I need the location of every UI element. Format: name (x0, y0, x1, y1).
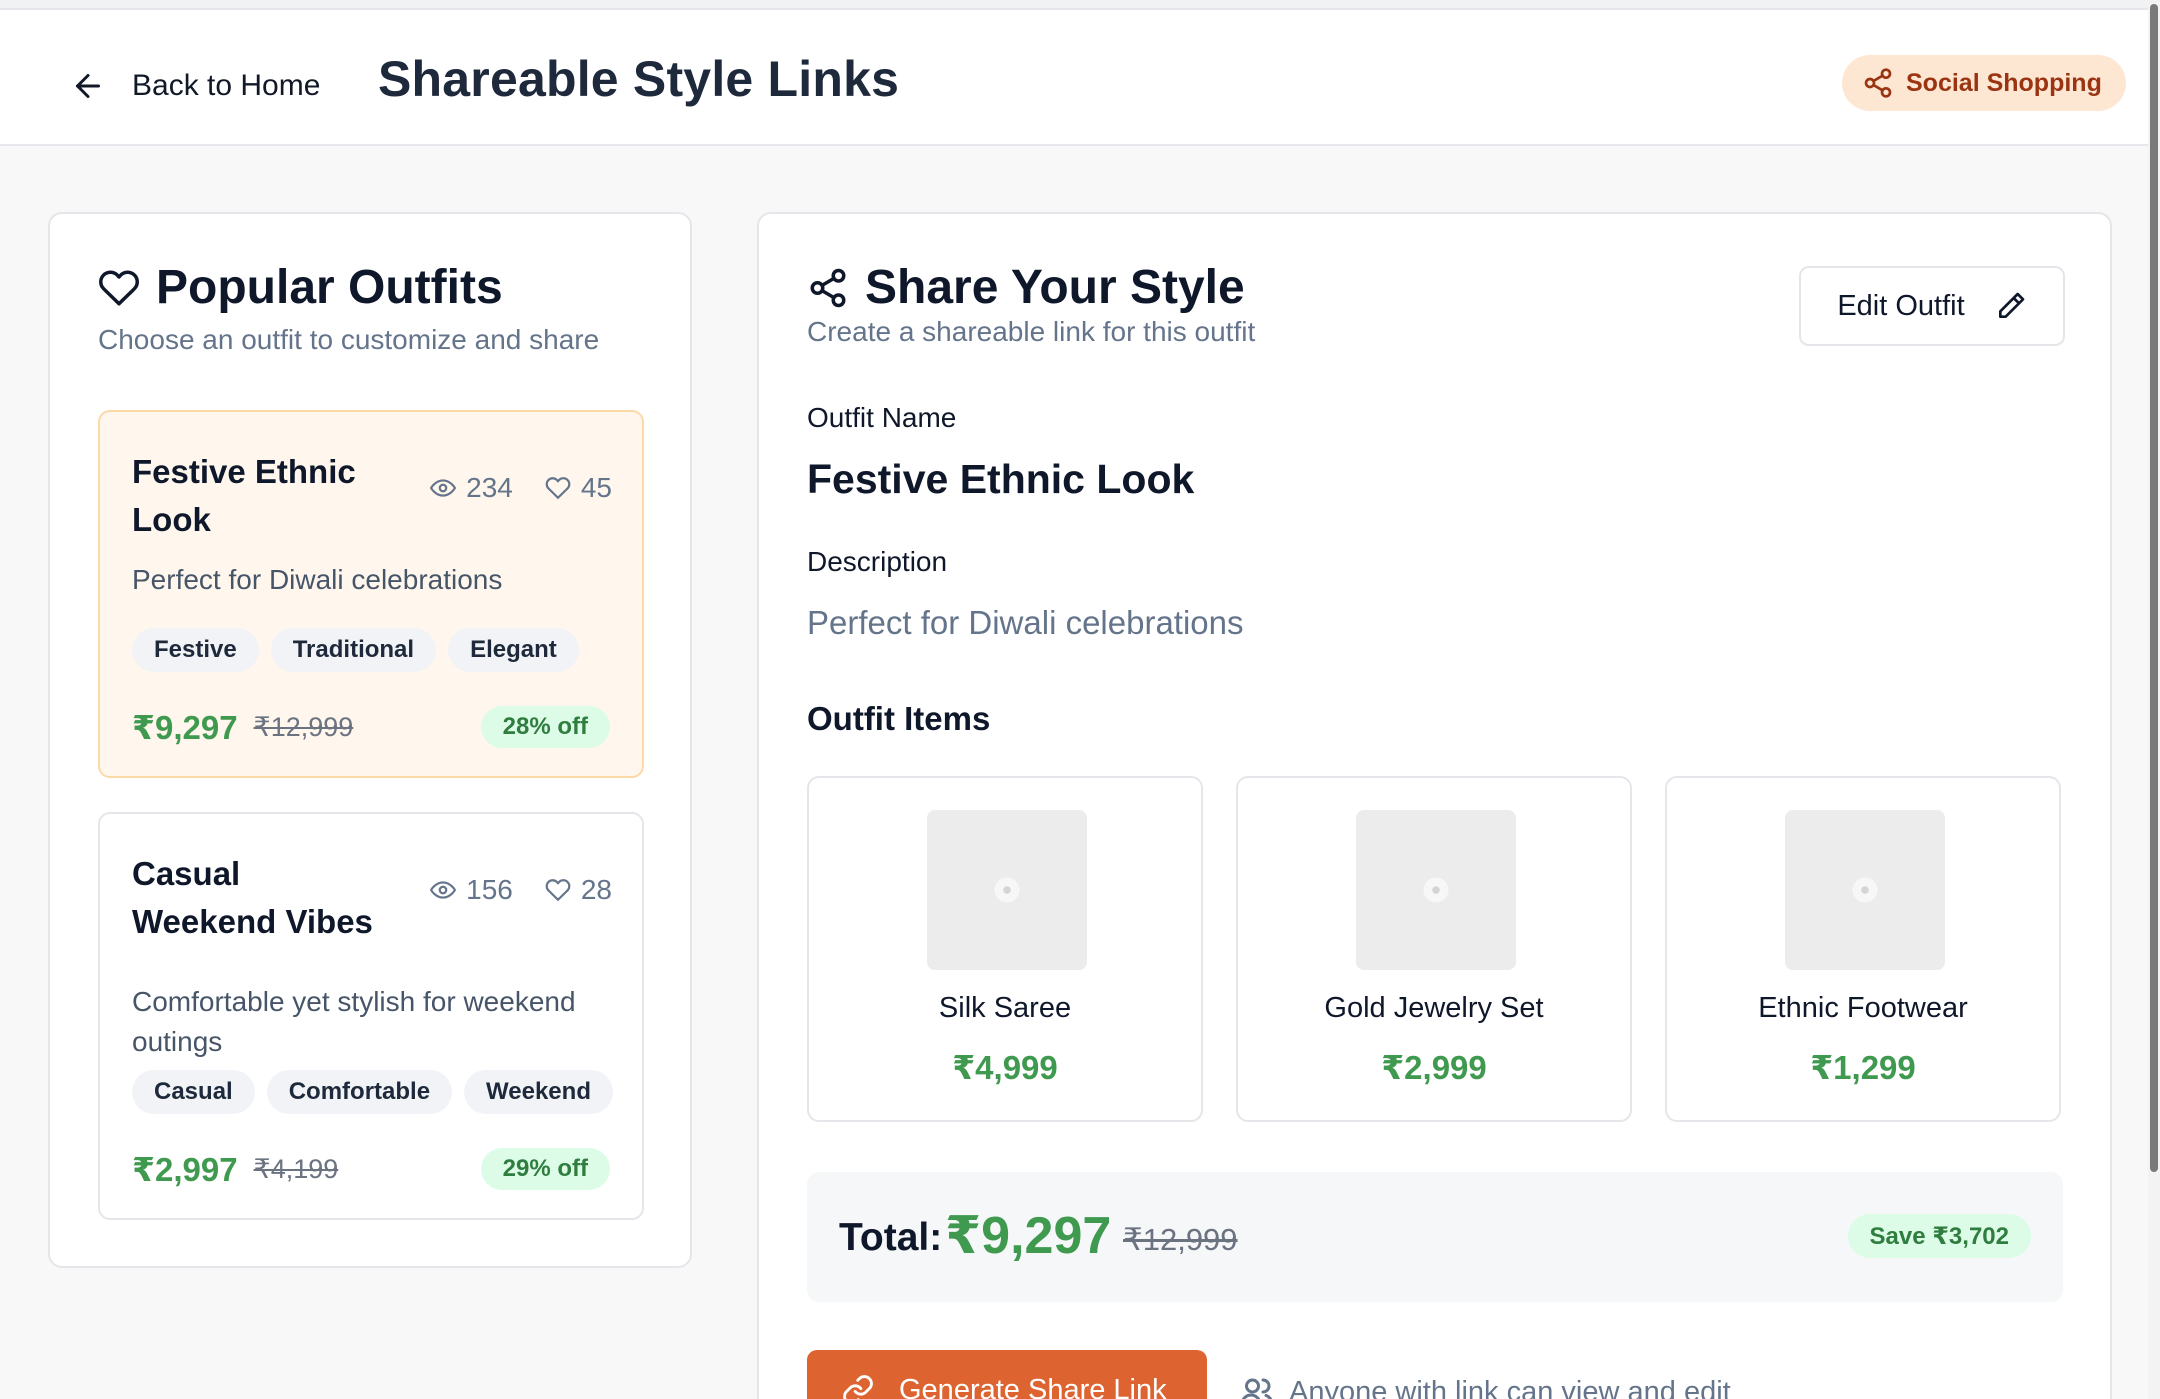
share-style-title: Share Your Style (807, 260, 1245, 315)
savings-badge: Save ₹3,702 (1847, 1214, 2031, 1258)
generate-label: Generate Share Link (899, 1373, 1167, 1399)
share-style-subtitle: Create a shareable link for this outfit (807, 316, 1256, 347)
outfit-card-festive[interactable]: Festive Ethnic Look 234 45 Perfect for D… (98, 410, 644, 778)
social-shopping-badge: Social Shopping (1842, 55, 2126, 111)
browser-top-edge (0, 0, 2160, 10)
generate-share-link-button[interactable]: Generate Share Link (807, 1350, 1207, 1399)
page-scrollbar[interactable] (2148, 0, 2160, 1399)
heart-icon (545, 477, 571, 500)
outfit-name-label: Outfit Name (807, 402, 957, 433)
popular-outfits-subtitle: Choose an outfit to customize and share (98, 324, 600, 355)
outfit-tags: Festive Traditional Elegant (132, 628, 579, 672)
users-icon (1241, 1378, 1273, 1399)
total-original-price: ₹12,999 (1123, 1222, 1238, 1257)
total-label: Total: (839, 1216, 943, 1259)
tag: Comfortable (266, 1070, 453, 1114)
discount-badge: 28% off (480, 706, 610, 748)
heart-icon (99, 269, 139, 305)
tag: Casual (132, 1070, 255, 1114)
access-note: Anyone with link can view and edit (1239, 1374, 1731, 1399)
tag: Weekend (464, 1070, 613, 1114)
tag: Traditional (270, 628, 437, 672)
outfit-name: Casual Weekend Vibes (132, 855, 373, 940)
description-label: Description (807, 546, 948, 577)
item-image (927, 810, 1087, 970)
description-value: Perfect for Diwali celebrations (807, 604, 1244, 641)
edit-outfit-label: Edit Outfit (1837, 289, 1965, 322)
item-price: ₹2,999 (1381, 1049, 1487, 1086)
outfit-item-card: Silk Saree ₹4,999 (807, 776, 1203, 1122)
page-title: Shareable Style Links (378, 51, 900, 107)
outfit-original-price: ₹4,199 (253, 1153, 339, 1184)
outfit-price-row: ₹9,297 ₹12,999 28% off (132, 706, 610, 748)
back-label: Back to Home (132, 69, 321, 102)
outfit-original-price: ₹12,999 (253, 711, 354, 742)
pencil-icon (1998, 292, 2024, 318)
outfit-description: Comfortable yet stylish for weekend outi… (132, 986, 576, 1057)
outfit-items-title: Outfit Items (807, 700, 991, 737)
image-placeholder-icon (1423, 877, 1449, 903)
popular-title-text: Popular Outfits (156, 261, 503, 314)
outfit-item-card: Gold Jewelry Set ₹2,999 (1236, 776, 1632, 1122)
edit-outfit-button[interactable]: Edit Outfit (1799, 266, 2065, 346)
item-name: Gold Jewelry Set (1324, 992, 1544, 1024)
view-count: 234 (466, 472, 513, 503)
share-icon (1864, 68, 1892, 98)
outfit-price: ₹9,297 (132, 708, 238, 746)
item-image (1356, 810, 1516, 970)
outfit-tags: Casual Comfortable Weekend (132, 1070, 613, 1114)
outfit-price-row: ₹2,997 ₹4,199 29% off (132, 1148, 610, 1190)
image-placeholder-icon (1852, 877, 1878, 903)
outfit-item-card: Ethnic Footwear ₹1,299 (1665, 776, 2061, 1122)
outfit-name: Festive Ethnic Look (132, 453, 356, 538)
item-price: ₹1,299 (1810, 1049, 1916, 1086)
eye-icon (430, 881, 457, 899)
popular-outfits-title: Popular Outfits (98, 260, 503, 315)
access-note-text: Anyone with link can view and edit (1289, 1375, 1731, 1399)
heart-icon (545, 879, 571, 902)
tag: Festive (132, 628, 259, 672)
share-style-panel: Share Your Style Create a shareable link… (757, 212, 2112, 1399)
total-price: ₹9,297 (945, 1207, 1112, 1265)
back-to-home-button[interactable]: Back to Home (70, 56, 320, 116)
view-count: 156 (466, 874, 513, 905)
outfit-stats: 156 28 (430, 874, 612, 906)
outfit-card-casual[interactable]: Casual Weekend Vibes 156 28 Comfortable … (98, 812, 644, 1220)
social-badge-label: Social Shopping (1906, 68, 2102, 97)
link-icon (843, 1375, 873, 1399)
discount-badge: 29% off (480, 1148, 610, 1190)
item-image (1785, 810, 1945, 970)
image-placeholder-icon (994, 877, 1020, 903)
total-summary: Total: ₹9,297 ₹12,999 Save ₹3,702 (807, 1172, 2063, 1302)
share-icon (810, 268, 846, 307)
share-title-text: Share Your Style (865, 261, 1245, 314)
eye-icon (430, 479, 457, 497)
outfit-description: Perfect for Diwali celebrations (132, 564, 503, 595)
page-header: Back to Home Shareable Style Links Socia… (0, 10, 2148, 146)
outfit-name-value: Festive Ethnic Look (807, 456, 1195, 502)
item-name: Silk Saree (938, 992, 1072, 1024)
outfit-stats: 234 45 (430, 472, 612, 504)
like-count: 45 (580, 472, 612, 503)
item-name: Ethnic Footwear (1758, 992, 1968, 1024)
outfit-price: ₹2,997 (132, 1150, 238, 1188)
arrow-left-icon (76, 74, 100, 98)
like-count: 28 (580, 874, 612, 905)
item-price: ₹4,999 (952, 1049, 1058, 1086)
popular-outfits-panel: Popular Outfits Choose an outfit to cust… (48, 212, 692, 1268)
tag: Elegant (448, 628, 579, 672)
scrollbar-thumb[interactable] (2150, 4, 2158, 1172)
